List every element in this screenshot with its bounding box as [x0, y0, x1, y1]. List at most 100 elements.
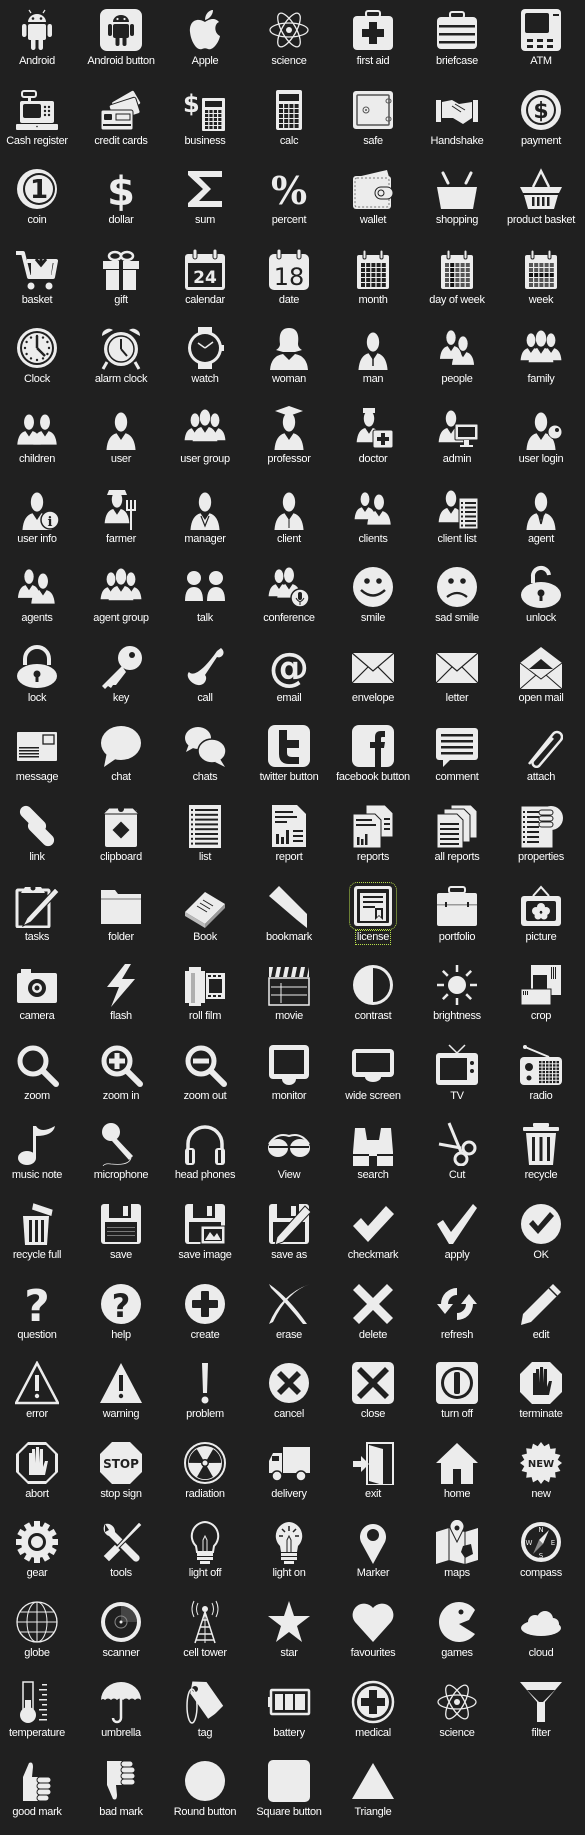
icon-item-manager[interactable]: manager	[163, 486, 247, 562]
icon-item-monitor[interactable]: monitor	[247, 1043, 331, 1119]
icon-item-user-group[interactable]: user group	[163, 406, 247, 482]
icon-item-day-of-week[interactable]: day of week	[415, 247, 499, 323]
icon-item-agent-group[interactable]: agent group	[79, 565, 163, 641]
icon-item-email[interactable]: @ email	[247, 645, 331, 721]
icon-item-good-mark[interactable]: good mark	[0, 1759, 79, 1835]
icon-item-basket[interactable]: basket	[0, 247, 79, 323]
icon-item-comment[interactable]: comment	[415, 724, 499, 800]
icon-item-crop[interactable]: crop	[499, 963, 583, 1039]
icon-item-recycle[interactable]: recycle	[499, 1122, 583, 1198]
icon-item-farmer[interactable]: farmer	[79, 486, 163, 562]
icon-item-checkmark[interactable]: checkmark	[331, 1202, 415, 1278]
icon-item-smile[interactable]: smile	[331, 565, 415, 641]
icon-item-roll-film[interactable]: roll film	[163, 963, 247, 1039]
icon-item-calc[interactable]: calc	[247, 88, 331, 164]
icon-item-question[interactable]: ? question	[0, 1282, 79, 1358]
icon-item-sad-smile[interactable]: sad smile	[415, 565, 499, 641]
icon-item-android[interactable]: Android	[0, 8, 79, 84]
icon-item-link[interactable]: link	[0, 804, 79, 880]
icon-item-payment[interactable]: $ payment	[499, 88, 583, 164]
icon-item-calendar[interactable]: 24 calendar	[163, 247, 247, 323]
icon-item-light-off[interactable]: light off	[163, 1520, 247, 1596]
icon-item-handshake[interactable]: Handshake	[415, 88, 499, 164]
icon-item-woman[interactable]: woman	[247, 326, 331, 402]
icon-item-atm[interactable]: ATM	[499, 8, 583, 84]
icon-item-alarm-clock[interactable]: alarm clock	[79, 326, 163, 402]
icon-item-turn-off[interactable]: turn off	[415, 1361, 499, 1437]
icon-item-zoom[interactable]: zoom	[0, 1043, 79, 1119]
icon-item-help[interactable]: ? help	[79, 1282, 163, 1358]
icon-item-user[interactable]: user	[79, 406, 163, 482]
icon-item-terminate[interactable]: terminate	[499, 1361, 583, 1437]
icon-item-ok[interactable]: OK	[499, 1202, 583, 1278]
icon-item-all-reports[interactable]: all reports	[415, 804, 499, 880]
icon-item-open-mail[interactable]: open mail	[499, 645, 583, 721]
icon-item-tools[interactable]: tools	[79, 1520, 163, 1596]
icon-item-games[interactable]: games	[415, 1600, 499, 1676]
icon-item-percent[interactable]: % percent	[247, 167, 331, 243]
icon-item-product-basket[interactable]: product basket	[499, 167, 583, 243]
icon-item-battery[interactable]: battery	[247, 1680, 331, 1756]
icon-item-admin[interactable]: admin	[415, 406, 499, 482]
icon-item-agent[interactable]: agent	[499, 486, 583, 562]
icon-item-science[interactable]: science	[415, 1680, 499, 1756]
icon-item-watch[interactable]: watch	[163, 326, 247, 402]
icon-item-error[interactable]: error	[0, 1361, 79, 1437]
icon-item-book[interactable]: Book	[163, 884, 247, 960]
icon-item-tv[interactable]: TV	[415, 1043, 499, 1119]
icon-item-first-aid[interactable]: first aid	[331, 8, 415, 84]
icon-item-square-button[interactable]: Square button	[247, 1759, 331, 1835]
icon-item-save[interactable]: save	[79, 1202, 163, 1278]
icon-item-report[interactable]: report	[247, 804, 331, 880]
icon-item-save-as[interactable]: save as	[247, 1202, 331, 1278]
icon-item-lock[interactable]: lock	[0, 645, 79, 721]
icon-item-bad-mark[interactable]: bad mark	[79, 1759, 163, 1835]
icon-item-create[interactable]: create	[163, 1282, 247, 1358]
icon-item-bookmark[interactable]: bookmark	[247, 884, 331, 960]
icon-item-recycle-full[interactable]: recycle full	[0, 1202, 79, 1278]
icon-item-portfolio[interactable]: portfolio	[415, 884, 499, 960]
icon-item-safe[interactable]: safe	[331, 88, 415, 164]
icon-item-exit[interactable]: exit	[331, 1441, 415, 1517]
icon-item-cash-register[interactable]: Cash register	[0, 88, 79, 164]
icon-item-family[interactable]: family	[499, 326, 583, 402]
icon-item-science[interactable]: science	[247, 8, 331, 84]
icon-item-view[interactable]: View	[247, 1122, 331, 1198]
icon-item-marker[interactable]: Marker	[331, 1520, 415, 1596]
icon-item-cancel[interactable]: cancel	[247, 1361, 331, 1437]
icon-item-twitter-button[interactable]: twitter button	[247, 724, 331, 800]
icon-item-properties[interactable]: properties	[499, 804, 583, 880]
icon-item-attach[interactable]: attach	[499, 724, 583, 800]
icon-item-apply[interactable]: apply	[415, 1202, 499, 1278]
icon-item-man[interactable]: man	[331, 326, 415, 402]
icon-item-light-on[interactable]: light on	[247, 1520, 331, 1596]
icon-item-message[interactable]: message	[0, 724, 79, 800]
icon-item-home[interactable]: home	[415, 1441, 499, 1517]
icon-item-contrast[interactable]: contrast	[331, 963, 415, 1039]
icon-item-credit-cards[interactable]: credit cards	[79, 88, 163, 164]
icon-item-clock[interactable]: Clock	[0, 326, 79, 402]
icon-item-compass[interactable]: N S W Ecompass	[499, 1520, 583, 1596]
icon-item-call[interactable]: call	[163, 645, 247, 721]
icon-item-shopping[interactable]: shopping	[415, 167, 499, 243]
icon-item-music-note[interactable]: music note	[0, 1122, 79, 1198]
icon-item-cell-tower[interactable]: cell tower	[163, 1600, 247, 1676]
icon-item-radio[interactable]: radio	[499, 1043, 583, 1119]
icon-item-reports[interactable]: reports	[331, 804, 415, 880]
icon-item-tasks[interactable]: tasks	[0, 884, 79, 960]
icon-item-warning[interactable]: warning	[79, 1361, 163, 1437]
icon-item-refresh[interactable]: refresh	[415, 1282, 499, 1358]
icon-item-new[interactable]: NEW new	[499, 1441, 583, 1517]
icon-item-user-info[interactable]: i user info	[0, 486, 79, 562]
icon-item-tag[interactable]: tag	[163, 1680, 247, 1756]
icon-item-android-button[interactable]: Android button	[79, 8, 163, 84]
icon-item-conference[interactable]: conference	[247, 565, 331, 641]
icon-item-filter[interactable]: filter	[499, 1680, 583, 1756]
icon-item-scanner[interactable]: scanner	[79, 1600, 163, 1676]
icon-item-delete[interactable]: delete	[331, 1282, 415, 1358]
icon-item-clipboard[interactable]: clipboard	[79, 804, 163, 880]
icon-item-list[interactable]: list	[163, 804, 247, 880]
icon-item-delivery[interactable]: delivery	[247, 1441, 331, 1517]
icon-item-search[interactable]: search	[331, 1122, 415, 1198]
icon-item-microphone[interactable]: microphone	[79, 1122, 163, 1198]
